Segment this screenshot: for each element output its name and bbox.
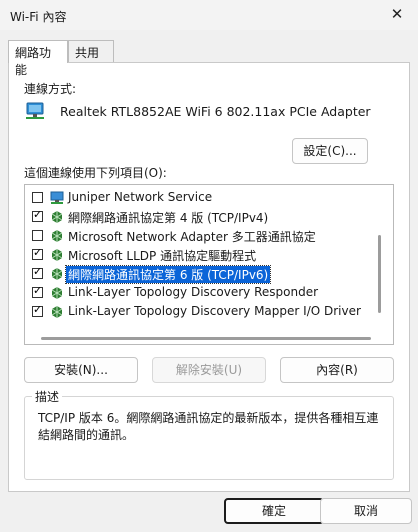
properties-button[interactable]: 內容(R) — [280, 357, 394, 383]
protocol-icon — [51, 230, 63, 242]
list-item[interactable]: Juniper Network Service — [25, 189, 375, 208]
cancel-button[interactable]: 取消 — [320, 498, 412, 524]
checkbox[interactable] — [32, 208, 43, 222]
tab-networking[interactable]: 網路功能 — [8, 40, 68, 77]
protocol-icon — [51, 306, 63, 318]
protocol-icon — [51, 249, 63, 261]
network-adapter-icon — [26, 102, 44, 119]
checkbox[interactable] — [32, 284, 43, 298]
ok-button[interactable]: 確定 — [224, 498, 324, 524]
connect-using-label: 連線方式: — [24, 82, 77, 96]
list-item[interactable]: Link-Layer Topology Discovery Responder — [25, 284, 375, 303]
checkbox[interactable] — [32, 230, 43, 241]
tab-sharing[interactable]: 共用 — [68, 40, 114, 62]
description-title: 描述 — [32, 388, 63, 405]
components-list[interactable]: Juniper Network Service 網際網路通訊協定第 4 版 (T… — [24, 184, 394, 345]
install-button[interactable]: 安裝(N)... — [24, 357, 138, 383]
vertical-scrollbar[interactable] — [378, 235, 381, 313]
list-item[interactable]: 網際網路通訊協定第 4 版 (TCP/IPv4) — [25, 208, 375, 227]
title-bar: Wi-Fi 內容 ✕ — [0, 0, 418, 30]
horizontal-scrollbar[interactable] — [41, 337, 371, 340]
adapter-name: Realtek RTL8852AE WiFi 6 802.11ax PCIe A… — [60, 104, 371, 119]
configure-button[interactable]: 設定(C)... — [292, 138, 368, 164]
protocol-icon — [51, 268, 63, 280]
items-label: 這個連線使用下列項目(O): — [24, 166, 167, 180]
uninstall-button[interactable]: 解除安裝(U) — [152, 357, 266, 383]
list-item-label: 網際網路通訊協定第 4 版 (TCP/IPv4) — [68, 211, 269, 225]
checkbox[interactable] — [32, 265, 43, 279]
list-item-label: Juniper Network Service — [68, 190, 213, 204]
list-item-label: Microsoft Network Adapter 多工器通訊協定 — [68, 230, 316, 244]
list-item[interactable]: Link-Layer Topology Discovery Mapper I/O… — [25, 303, 375, 322]
list-item-label: Link-Layer Topology Discovery Responder — [68, 285, 319, 299]
checkbox[interactable] — [32, 246, 43, 260]
network-service-icon — [50, 191, 64, 204]
description-text: TCP/IP 版本 6。網際網路通訊協定的最新版本，提供各種相互連結網路間的通訊… — [38, 411, 379, 442]
list-item[interactable]: Microsoft LLDP 通訊協定驅動程式 — [25, 246, 375, 265]
checkbox[interactable] — [32, 303, 43, 317]
window-title: Wi-Fi 內容 — [10, 10, 67, 24]
list-item-label: 網際網路通訊協定第 6 版 (TCP/IPv6) — [64, 265, 272, 284]
list-item[interactable]: Microsoft Network Adapter 多工器通訊協定 — [25, 227, 375, 246]
list-item-selected[interactable]: 網際網路通訊協定第 6 版 (TCP/IPv6) — [25, 265, 375, 284]
list-item-label: Link-Layer Topology Discovery Mapper I/O… — [68, 304, 361, 318]
close-icon[interactable]: ✕ — [386, 5, 408, 25]
checkbox[interactable] — [32, 192, 43, 203]
protocol-icon — [51, 211, 63, 223]
list-item-label: Microsoft LLDP 通訊協定驅動程式 — [68, 249, 257, 263]
protocol-icon — [51, 287, 63, 299]
